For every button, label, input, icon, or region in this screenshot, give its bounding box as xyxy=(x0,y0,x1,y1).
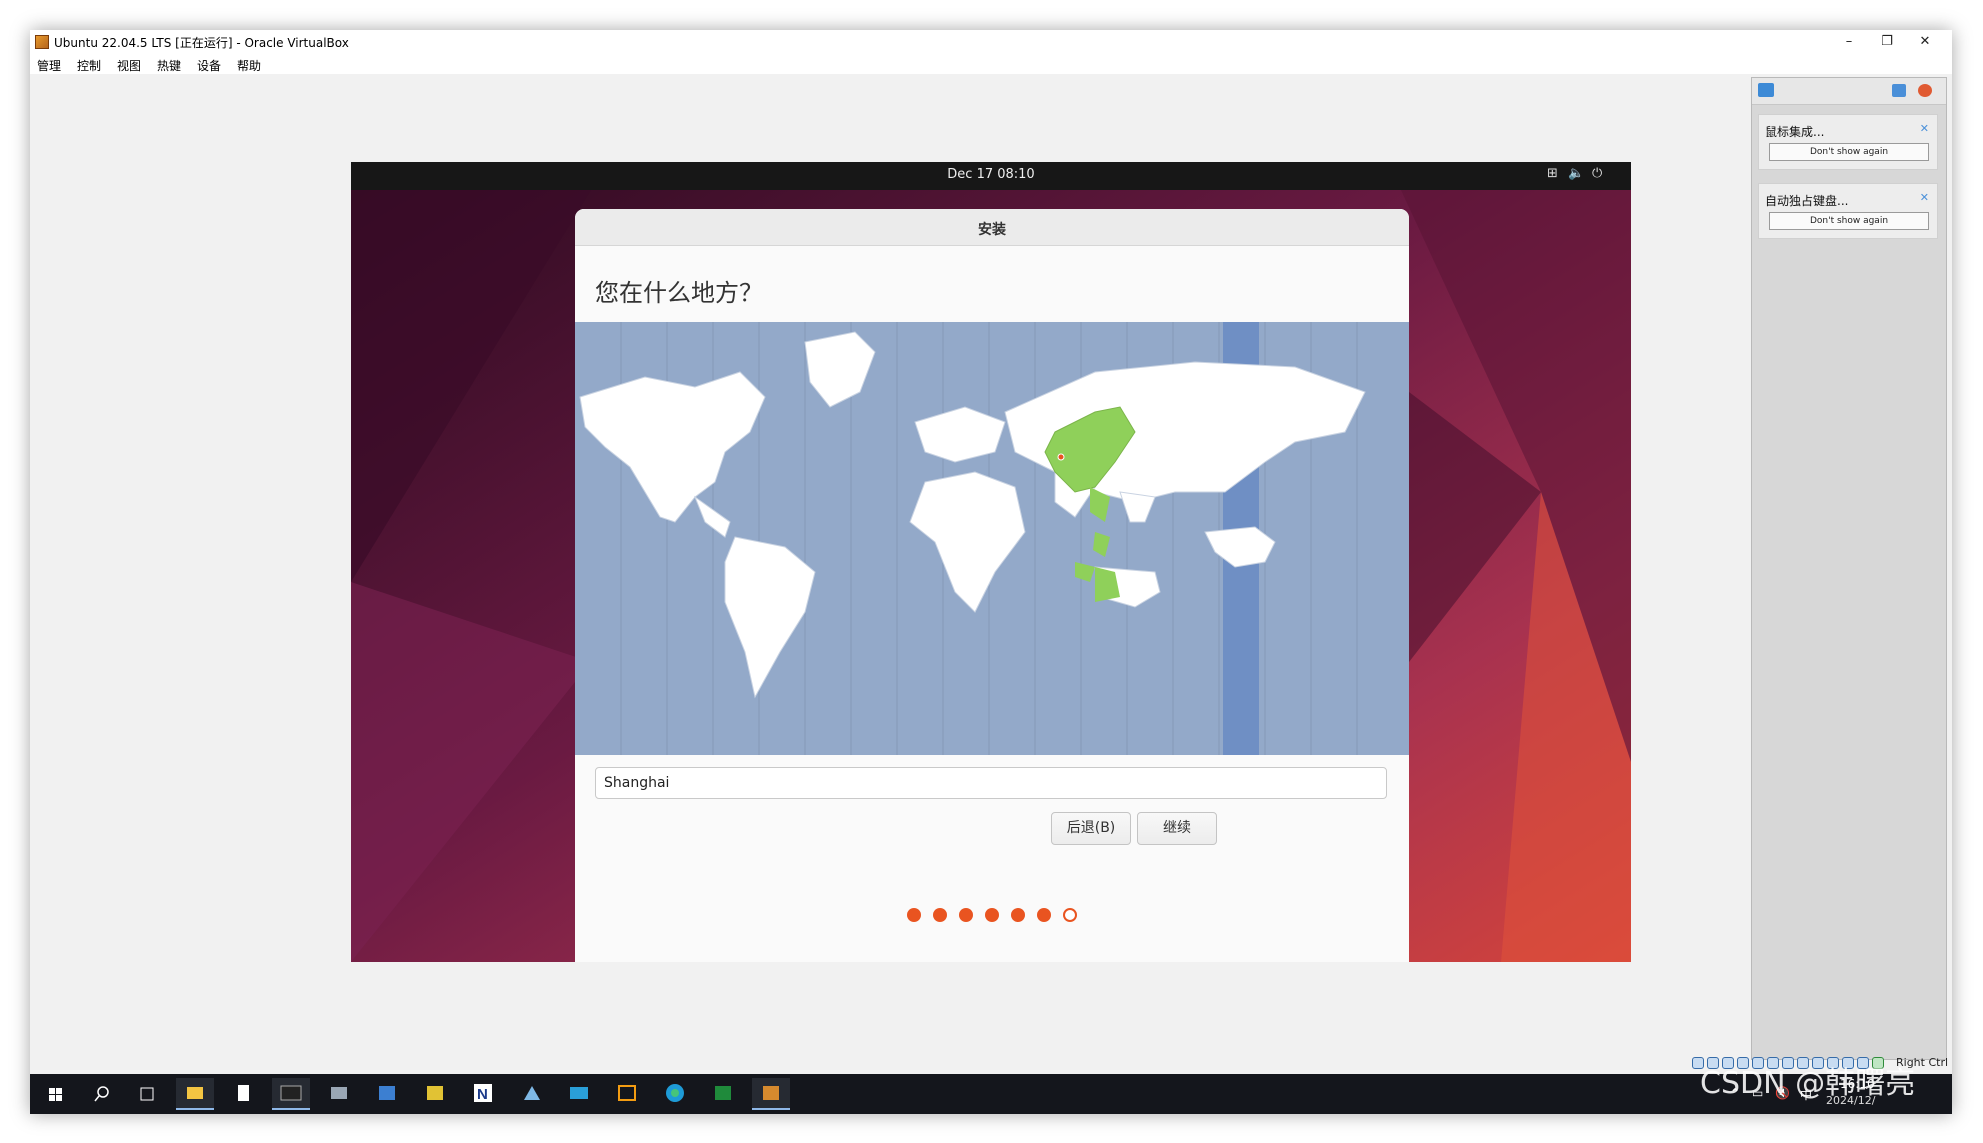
virtualbox-icon[interactable] xyxy=(752,1078,790,1110)
menu-view[interactable]: 视图 xyxy=(117,57,141,74)
timezone-input[interactable]: Shanghai xyxy=(595,767,1387,799)
app-icon[interactable] xyxy=(560,1078,598,1110)
app-icon[interactable] xyxy=(704,1078,742,1110)
dialog-header: 安装 xyxy=(575,209,1409,246)
close-button[interactable]: ✕ xyxy=(1902,30,1948,54)
notification-panel-header xyxy=(1752,78,1946,105)
page-title: 您在什么地方？ xyxy=(595,279,763,307)
progress-dot xyxy=(933,908,947,922)
virtualbox-window: Ubuntu 22.04.5 LTS [正在运行] - Oracle Virtu… xyxy=(30,30,1952,1114)
file-explorer-icon[interactable] xyxy=(176,1078,214,1110)
notification-panel: 鼠标集成... ✕ Don't show again 自动独占键盘... ✕ D… xyxy=(1751,77,1947,1060)
app-icon[interactable] xyxy=(512,1078,550,1110)
progress-dots xyxy=(575,907,1409,926)
progress-dot-current xyxy=(1063,908,1077,922)
menu-control[interactable]: 控制 xyxy=(77,57,101,74)
notification-close-icon[interactable]: ✕ xyxy=(1920,191,1929,204)
app-icon[interactable] xyxy=(608,1078,646,1110)
app-icon[interactable] xyxy=(416,1078,454,1110)
app-icon[interactable] xyxy=(320,1078,358,1110)
progress-dot xyxy=(959,908,973,922)
dont-show-again-button[interactable]: Don't show again xyxy=(1769,143,1929,161)
edge-icon[interactable] xyxy=(656,1078,694,1110)
progress-dot xyxy=(985,908,999,922)
installer-dialog: 安装 您在什么地方？ Shanghai 后退(B) 继续 xyxy=(575,209,1409,962)
notification-mouse-integration: 鼠标集成... ✕ Don't show again xyxy=(1758,114,1938,170)
notification-title: 鼠标集成... xyxy=(1765,125,1825,139)
back-button[interactable]: 后退(B) xyxy=(1051,812,1131,845)
svg-text:N: N xyxy=(477,1086,488,1103)
virtualbox-icon xyxy=(35,35,49,49)
progress-dot xyxy=(1011,908,1025,922)
menu-help[interactable]: 帮助 xyxy=(237,57,261,74)
dont-show-again-button[interactable]: Don't show again xyxy=(1769,212,1929,230)
network-icon[interactable]: ⊞ xyxy=(1547,166,1558,181)
dialog-title: 安装 xyxy=(978,222,1006,238)
notification-center-icon[interactable] xyxy=(1758,83,1774,97)
gnome-clock[interactable]: Dec 17 08:10 xyxy=(351,167,1631,182)
clear-notifications-icon[interactable] xyxy=(1918,84,1932,97)
app-icon[interactable] xyxy=(368,1078,406,1110)
onenote-icon[interactable]: N xyxy=(464,1078,502,1110)
window-titlebar[interactable]: Ubuntu 22.04.5 LTS [正在运行] - Oracle Virtu… xyxy=(30,30,1952,54)
window-title: Ubuntu 22.04.5 LTS [正在运行] - Oracle Virtu… xyxy=(54,36,349,50)
task-view-icon[interactable] xyxy=(128,1078,166,1110)
csdn-watermark: CSDN @韩曙亮 xyxy=(1700,1066,1916,1101)
gnome-top-bar: Dec 17 08:10 ⊞ 🔈 ⏻ xyxy=(351,162,1631,190)
continue-button[interactable]: 继续 xyxy=(1137,812,1217,845)
menu-hotkeys[interactable]: 热键 xyxy=(157,57,181,74)
notepad-icon[interactable] xyxy=(224,1078,262,1110)
arrange-icon[interactable] xyxy=(1892,84,1906,97)
timezone-map[interactable] xyxy=(575,322,1409,755)
power-icon[interactable]: ⏻ xyxy=(1592,166,1602,181)
menu-devices[interactable]: 设备 xyxy=(197,57,221,74)
notification-close-icon[interactable]: ✕ xyxy=(1920,122,1929,135)
terminal-icon[interactable] xyxy=(272,1078,310,1110)
vm-display[interactable]: Dec 17 08:10 ⊞ 🔈 ⏻ 安装 您在什么地方？ Shanghai 后… xyxy=(351,162,1631,962)
notification-title: 自动独占键盘... xyxy=(1765,194,1849,208)
world-map-graphic xyxy=(575,322,1409,755)
volume-icon[interactable]: 🔈 xyxy=(1568,166,1584,181)
search-icon[interactable] xyxy=(82,1078,120,1110)
menu-manage[interactable]: 管理 xyxy=(37,57,61,74)
menu-bar: 管理 控制 视图 热键 设备 帮助 xyxy=(30,54,1952,74)
progress-dot xyxy=(1037,908,1051,922)
windows-start-icon[interactable] xyxy=(36,1078,74,1110)
windows-taskbar: N ⌃ ▭ 🔇 中 16:10 2024/12/ xyxy=(30,1074,1952,1114)
progress-dot xyxy=(907,908,921,922)
notification-keyboard-capture: 自动独占键盘... ✕ Don't show again xyxy=(1758,183,1938,239)
